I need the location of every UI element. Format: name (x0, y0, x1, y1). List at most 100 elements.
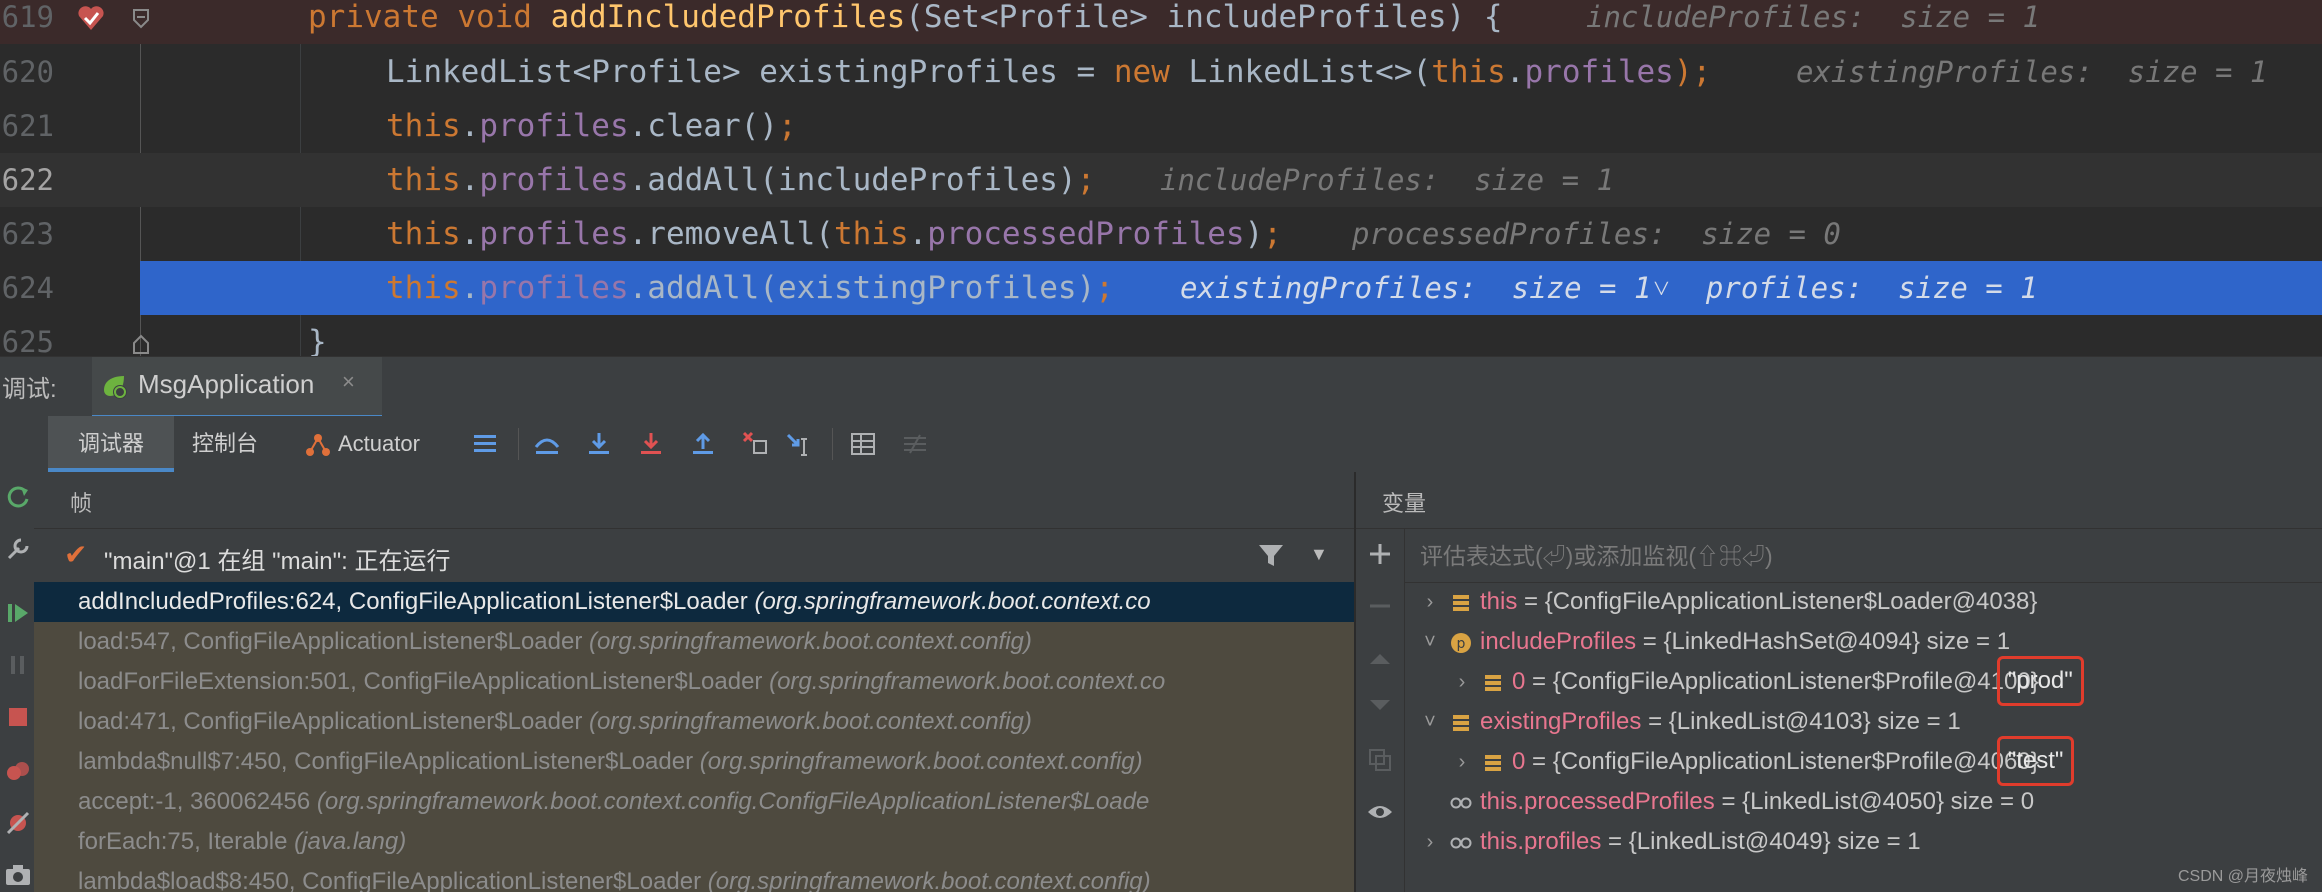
code-token: private (308, 0, 458, 35)
code-token: profiles (1524, 54, 1674, 90)
line-number: 623 (1, 217, 54, 251)
string-value-highlight: "test" (1996, 736, 2075, 786)
expand-icon[interactable]: › (1452, 742, 1472, 782)
show-execution-point-icon[interactable] (532, 429, 562, 459)
debugger-toolbar: 调试器 控制台 Actuator (34, 416, 2322, 473)
code-token: . (908, 216, 928, 252)
variable-row[interactable]: this.processedProfiles = {LinkedList@405… (1404, 782, 2322, 822)
code-token: ; (777, 108, 797, 144)
inline-value-hint: existingProfiles: size = 1 (1796, 55, 2268, 89)
trace-stream-icon[interactable] (900, 429, 930, 459)
inline-value-hint: processedProfiles: size = 0 (1352, 217, 1841, 251)
variable-value: = {LinkedList@4103} (1641, 708, 1871, 735)
stop-icon[interactable] (3, 702, 33, 732)
variable-text: this.processedProfiles = {LinkedList@405… (1480, 782, 2034, 822)
stack-frame[interactable]: forEach:75, Iterable (java.lang) (34, 822, 1354, 862)
line-number: 625 (1, 325, 54, 356)
resume-icon[interactable] (3, 598, 33, 628)
variable-name: 0 (1512, 748, 1526, 775)
line-number: 621 (1, 109, 54, 143)
code-token: void (457, 0, 551, 35)
frame-package: (org.springframework.boot.context.config… (589, 628, 1032, 655)
variable-row[interactable]: › 0 = {ConfigFileApplicationListener$Prof… (1404, 662, 2322, 702)
stack-frame[interactable]: addIncludedProfiles:624, ConfigFileAppli… (34, 582, 1354, 622)
chevron-down-icon[interactable]: ▼ (1310, 544, 1328, 565)
mute-breakpoints-icon[interactable] (3, 808, 33, 838)
code-line[interactable]: 620 LinkedList<Profile> existingProfiles… (0, 45, 2322, 99)
variable-text: includeProfiles = {LinkedHashSet@4094} s… (1480, 622, 2010, 662)
evaluate-expression-input[interactable] (1418, 536, 2312, 576)
step-out-icon[interactable] (688, 429, 718, 459)
variable-name: this (1480, 588, 1518, 615)
variables-title: 变量 (1382, 491, 1427, 516)
stack-frame[interactable]: lambda$load$8:450, ConfigFileApplication… (34, 862, 1354, 892)
code-line-execution-point[interactable]: 624 this.profiles.addAll(existingProfile… (0, 261, 2322, 315)
thread-label: "main"@1 在组 "main": 正在运行 (104, 548, 451, 575)
expand-icon[interactable]: › (1420, 822, 1440, 862)
expand-icon[interactable]: › (1452, 662, 1472, 702)
code-token: . (460, 216, 480, 252)
collapse-icon[interactable]: ˅ (1420, 702, 1440, 742)
actuator-icon (306, 434, 330, 456)
tab-console[interactable]: 控制台 (192, 416, 258, 472)
drop-frame-icon[interactable] (740, 429, 770, 459)
wrench-icon[interactable] (3, 534, 33, 564)
frame-method: forEach:75, Iterable (78, 828, 295, 855)
expand-icon[interactable]: › (1420, 582, 1440, 622)
eye-icon[interactable] (1366, 798, 1394, 826)
frames-panel: 帧 ✔ "main"@1 在组 "main": 正在运行 ▼ addInclud… (34, 472, 1354, 892)
check-icon: ✔ (64, 539, 88, 570)
tab-debugger[interactable]: 调试器 (48, 416, 174, 472)
step-into-icon[interactable] (636, 429, 666, 459)
variable-row[interactable]: › this = {ConfigFileApplicationListener$L… (1404, 582, 2322, 622)
remove-watch-icon[interactable] (1366, 592, 1394, 620)
duplicate-watch-icon[interactable] (1366, 746, 1394, 774)
view-breakpoints-icon[interactable] (3, 756, 33, 786)
code-text: this.profiles.clear(); (386, 99, 797, 153)
breakpoint-check-icon[interactable] (76, 4, 106, 32)
stack-frame[interactable]: loadForFileExtension:501, ConfigFileAppl… (34, 662, 1354, 702)
code-token: . (460, 108, 480, 144)
field-icon (1453, 595, 1469, 611)
filter-icon[interactable] (1256, 540, 1286, 570)
variable-row[interactable]: › this.profiles = {LinkedList@4049} size … (1404, 822, 2322, 862)
camera-icon[interactable] (3, 860, 33, 890)
variable-row[interactable]: › 0 = {ConfigFileApplicationListener$Prof… (1404, 742, 2322, 782)
collapse-icon[interactable]: ˅ (1420, 622, 1440, 662)
variable-row[interactable]: ˅ existingProfiles = {LinkedList@4103} si… (1404, 702, 2322, 742)
stack-frame-text: load:547, ConfigFileApplicationListener$… (78, 622, 1032, 662)
code-line[interactable]: 619 private void addIncludedProfiles(Set… (0, 0, 2322, 44)
stack-frame[interactable]: load:547, ConfigFileApplicationListener$… (34, 622, 1354, 662)
line-number: 619 (1, 0, 54, 34)
code-line[interactable]: 621 this.profiles.clear(); (0, 99, 2322, 153)
session-tab[interactable]: MsgApplication × (92, 357, 382, 419)
code-editor[interactable]: 619 private void addIncludedProfiles(Set… (0, 0, 2322, 356)
move-up-icon[interactable] (1366, 644, 1394, 672)
code-token: ); (1673, 54, 1712, 90)
stack-frame[interactable]: lambda$null$7:450, ConfigFileApplication… (34, 742, 1354, 782)
fold-icon[interactable] (128, 331, 154, 356)
variable-text: this = {ConfigFileApplicationListener$Lo… (1480, 582, 2037, 622)
stack-frame[interactable]: load:471, ConfigFileApplicationListener$… (34, 702, 1354, 742)
code-token: .addAll(includeProfiles) (628, 162, 1077, 198)
thread-selector[interactable]: ✔ "main"@1 在组 "main": 正在运行 ▼ (34, 528, 1354, 583)
evaluate-expression-icon[interactable] (848, 429, 878, 459)
fold-icon[interactable] (128, 6, 154, 32)
code-line[interactable]: 625 } (0, 315, 2322, 356)
move-down-icon[interactable] (1366, 692, 1394, 720)
rerun-icon[interactable] (3, 482, 33, 512)
step-over-icon[interactable] (584, 429, 614, 459)
run-to-cursor-icon[interactable] (784, 429, 814, 459)
tab-actuator[interactable]: Actuator (302, 416, 472, 472)
variable-row[interactable]: ˅ p includeProfiles = {LinkedHashSet@4094}… (1404, 622, 2322, 662)
stack-frame-text: load:471, ConfigFileApplicationListener$… (78, 702, 1032, 742)
pause-icon[interactable] (3, 650, 33, 680)
close-icon[interactable]: × (342, 369, 355, 395)
code-line[interactable]: 623 this.profiles.removeAll(this.process… (0, 207, 2322, 261)
inline-value-hint[interactable]: existingProfiles: size = 1˅ profiles: si… (1180, 261, 2038, 315)
layout-menu-icon[interactable] (470, 429, 500, 459)
stack-frame[interactable]: accept:-1, 360062456 (org.springframewor… (34, 782, 1354, 822)
add-watch-icon[interactable] (1366, 540, 1394, 568)
frame-package: (java.lang) (294, 828, 407, 855)
code-line-current[interactable]: 622 this.profiles.addAll(includeProfiles… (0, 153, 2322, 207)
